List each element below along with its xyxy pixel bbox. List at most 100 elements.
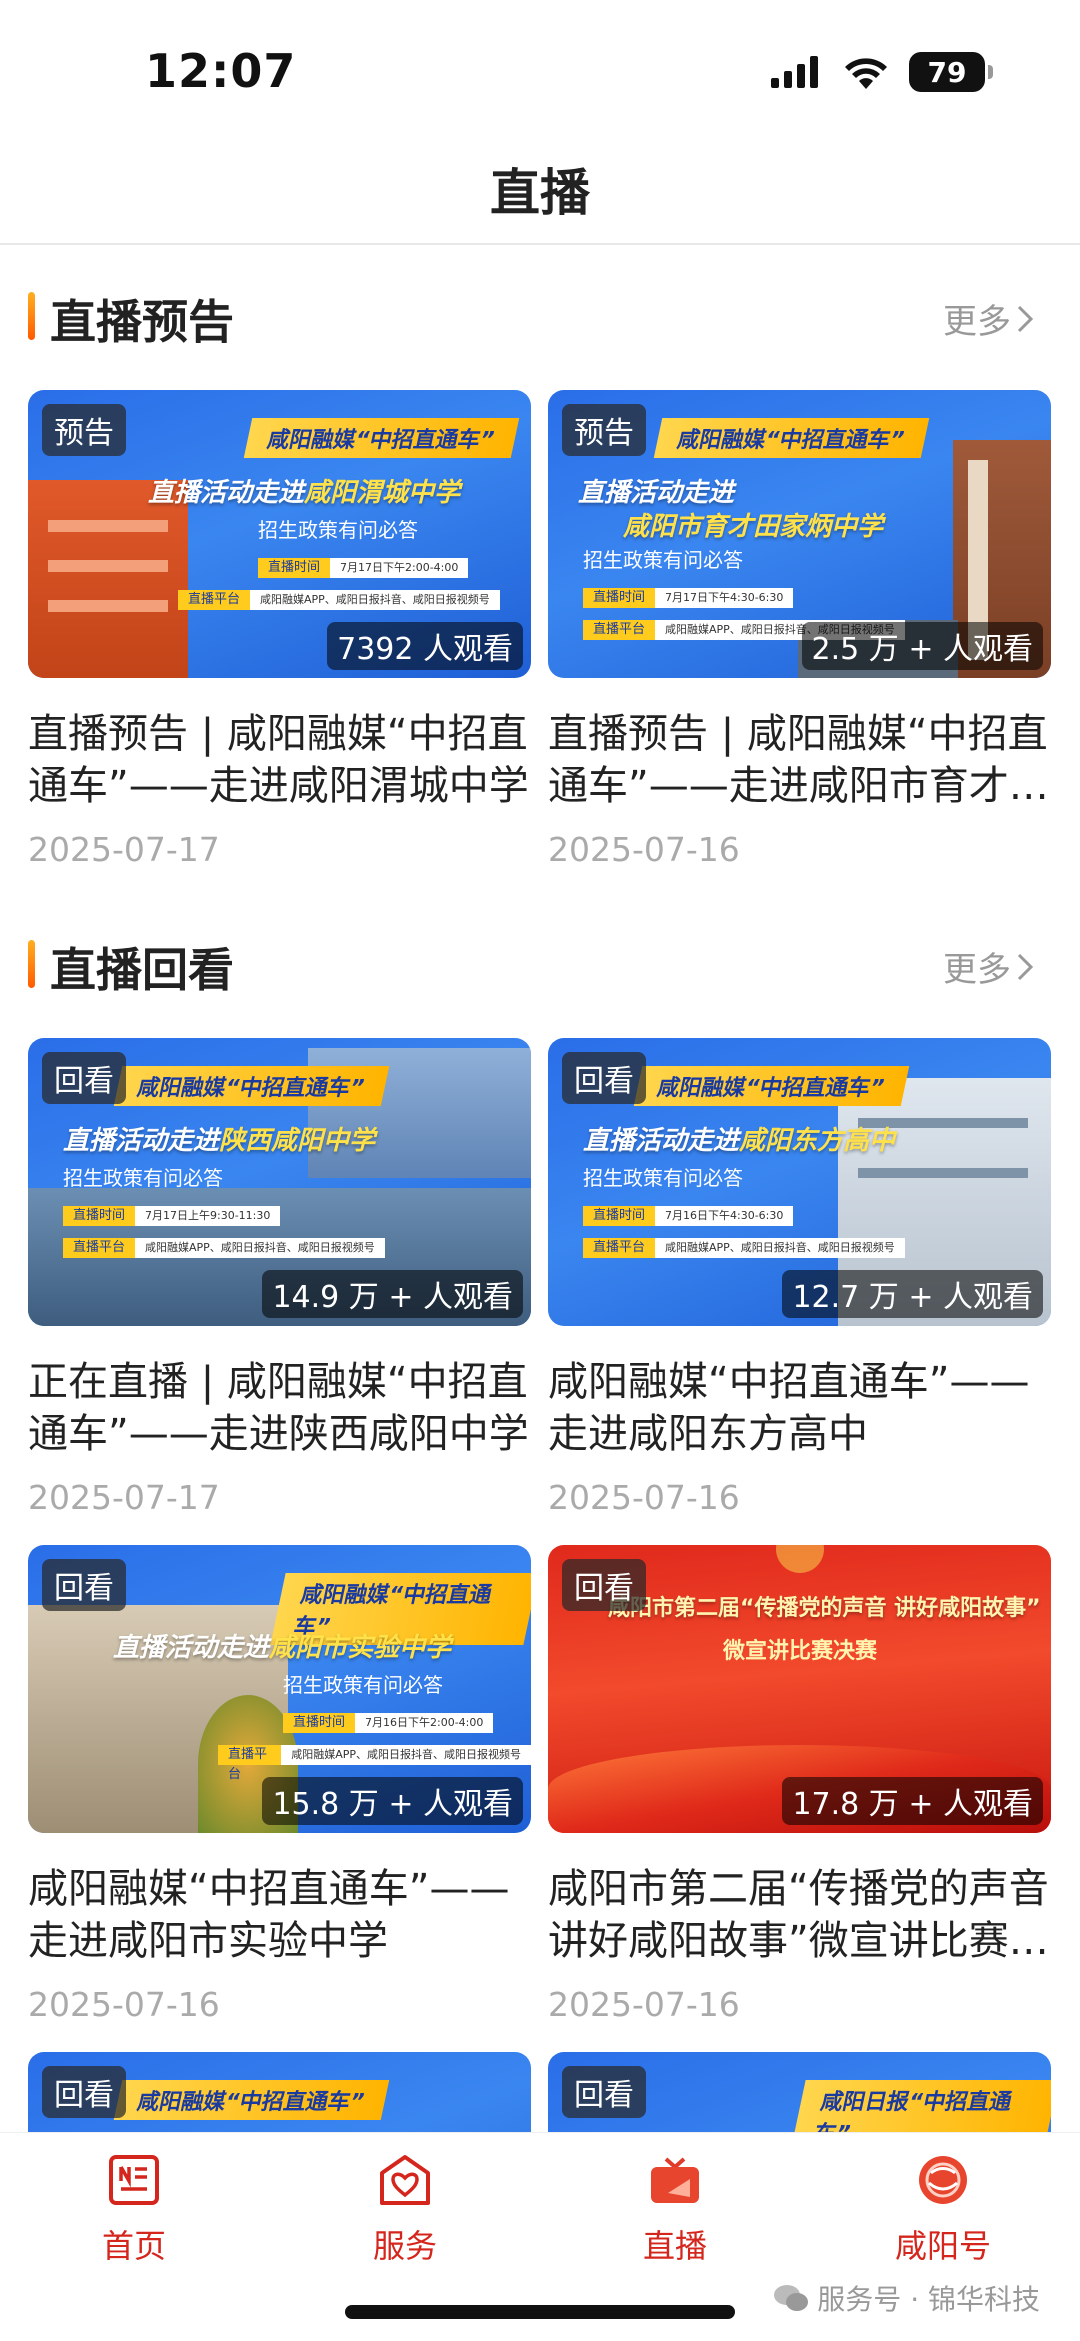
more-label: 更多: [943, 302, 1011, 342]
card-date: 2025-07-16: [548, 830, 740, 869]
status-badge: 回看: [42, 1559, 126, 1611]
banner-headline: 咸阳市第二届“传播党的声音 讲好咸阳故事”: [608, 1596, 1041, 1621]
card-title[interactable]: 直播预告 | 咸阳融媒“中招直通车”——走进咸阳渭城中学: [28, 708, 531, 812]
card-date: 2025-07-17: [28, 1478, 220, 1517]
tab-label: 首页: [101, 2227, 166, 2265]
card-date: 2025-07-16: [548, 1478, 740, 1517]
banner-tag: 咸阳融媒“中招直通车”: [113, 2080, 390, 2120]
card-thumbnail[interactable]: 咸阳融媒“中招直通车” 直播活动走进咸阳东方高中 招生政策有问必答 直播时间 7月…: [548, 1038, 1051, 1326]
viewer-count: 15.8 万 + 人观看: [262, 1777, 523, 1825]
tab-label: 直播: [642, 2227, 707, 2265]
chevron-right-icon: [1017, 305, 1034, 332]
replay-card[interactable]: 咸阳融媒“中招直通车” 直播活动走进咸阳市实验中学 招生政策有问必答 直播时间 7…: [28, 1545, 531, 2024]
status-badge: 预告: [562, 404, 646, 456]
banner-subline: 招生政策有问必答: [583, 1166, 743, 1190]
nav-bar: 直播: [0, 135, 1080, 245]
card-thumbnail[interactable]: 咸阳融媒“中招直通车” 直播活动走进 咸阳市育才田家炳中学 招生政策有问必答 直…: [548, 390, 1051, 678]
replay-card[interactable]: 咸阳融媒“中招直通车” 直播活动走进咸阳东方高中 招生政策有问必答 直播时间 7月…: [548, 1038, 1051, 1517]
banner-tag: 咸阳融媒“中招直通车”: [633, 1066, 910, 1106]
banner-time-row: 直播时间 7月17日上午9:30-11:30: [63, 1206, 281, 1226]
section-header-preview: 直播预告 更多: [0, 282, 1080, 352]
wechat-icon: [774, 2285, 809, 2311]
status-badge: 回看: [42, 1052, 126, 1104]
banner-tag: 咸阳融媒“中招直通车”: [113, 1066, 390, 1106]
more-link-preview[interactable]: 更多: [943, 294, 1035, 343]
banner-tag: 咸阳融媒“中招直通车”: [243, 418, 520, 458]
card-title[interactable]: 直播预告 | 咸阳融媒“中招直通车”——走进咸阳市育才田家炳中学: [548, 708, 1051, 812]
tab-home[interactable]: 首页: [64, 2153, 204, 2267]
status-icons: 79: [771, 52, 993, 92]
viewer-count: 12.7 万 + 人观看: [782, 1270, 1043, 1318]
banner-platform-row: 直播平台 咸阳融媒APP、咸阳日报抖音、咸阳日报视频号: [178, 590, 500, 610]
tab-label: 咸阳号: [894, 2227, 991, 2265]
live-card[interactable]: 咸阳融媒“中招直通车” 直播活动走进咸阳渭城中学 招生政策有问必答 直播时间 7月…: [28, 390, 531, 869]
status-badge: 回看: [562, 1052, 646, 1104]
banner-tag: 咸阳融媒“中招直通车”: [653, 418, 930, 458]
card-date: 2025-07-17: [28, 830, 220, 869]
banner-headline: 直播活动走进: [578, 478, 735, 508]
banner-subline: 招生政策有问必答: [258, 518, 418, 542]
emblem-icon: [776, 1545, 824, 1573]
card-thumbnail[interactable]: 咸阳融媒“中招直通车” 直播活动走进陕西咸阳中学 招生政策有问必答 直播时间 7月…: [28, 1038, 531, 1326]
section-header-replay: 直播回看 更多: [0, 930, 1080, 1000]
replay-card[interactable]: 咸阳市第二届“传播党的声音 讲好咸阳故事” 微宣讲比赛决赛 回看 17.8 万 …: [548, 1545, 1051, 2024]
banner-headline: 直播活动走进咸阳市实验中学: [113, 1633, 452, 1663]
watermark: 服务号 · 锦华科技: [773, 2278, 1040, 2318]
home-indicator[interactable]: [345, 2305, 735, 2319]
tab-live[interactable]: 直播: [605, 2153, 745, 2267]
wifi-icon: [845, 58, 887, 89]
xianyang-logo-icon: [919, 2156, 967, 2204]
status-badge: 预告: [42, 404, 126, 456]
tab-bar: 首页 服务 直播 咸阳号 服务号 · 锦华科技: [0, 2132, 1080, 2341]
banner-headline: 直播活动走进咸阳东方高中: [583, 1126, 896, 1156]
tab-xianyang-account[interactable]: 咸阳号: [873, 2153, 1013, 2267]
card-title[interactable]: 咸阳融媒“中招直通车”——走进咸阳市实验中学: [28, 1863, 531, 1967]
card-date: 2025-07-16: [548, 1985, 740, 2024]
replay-card[interactable]: 咸阳融媒“中招直通车” 直播活动走进陕西咸阳中学 招生政策有问必答 直播时间 7月…: [28, 1038, 531, 1517]
viewer-count: 7392 人观看: [327, 622, 523, 670]
banner-platform-row: 直播平台 咸阳融媒APP、咸阳日报抖音、咸阳日报视频号: [583, 1238, 905, 1258]
more-label: 更多: [943, 950, 1011, 990]
status-bar: 12:07 79: [0, 0, 1080, 135]
section-accent-bar: [28, 292, 35, 340]
banner-platform-row: 直播平台 咸阳融媒APP、咸阳日报抖音、咸阳日报视频号: [218, 1745, 531, 1782]
viewer-count: 14.9 万 + 人观看: [262, 1270, 523, 1318]
banner-headline: 直播活动走进陕西咸阳中学: [63, 1126, 376, 1156]
chevron-right-icon: [1017, 953, 1034, 980]
banner-platform-row: 直播平台 咸阳融媒APP、咸阳日报抖音、咸阳日报视频号: [63, 1238, 385, 1258]
page-title: 直播: [490, 164, 590, 222]
banner-time-row: 直播时间 7月16日下午2:00-4:00: [283, 1713, 494, 1733]
card-title[interactable]: 咸阳融媒“中招直通车”——走进咸阳东方高中: [548, 1356, 1051, 1460]
status-badge: 回看: [562, 2066, 646, 2118]
viewer-count: 2.5 万 + 人观看: [801, 622, 1043, 670]
card-thumbnail[interactable]: 咸阳融媒“中招直通车” 直播活动走进咸阳渭城中学 招生政策有问必答 直播时间 7月…: [28, 390, 531, 678]
status-time: 12:07: [145, 44, 297, 98]
watermark-text: 服务号 · 锦华科技: [817, 2283, 1040, 2316]
card-title[interactable]: 正在直播 | 咸阳融媒“中招直通车”——走进陕西咸阳中学: [28, 1356, 531, 1460]
card-thumbnail[interactable]: 咸阳融媒“中招直通车” 直播活动走进咸阳市实验中学 招生政策有问必答 直播时间 7…: [28, 1545, 531, 1833]
banner-subline: 招生政策有问必答: [63, 1166, 223, 1190]
banner-headline: 直播活动走进咸阳渭城中学: [148, 478, 461, 508]
banner-subline: 招生政策有问必答: [283, 1673, 443, 1697]
section-accent-bar: [28, 940, 35, 988]
section-title-replay: 直播回看: [50, 943, 234, 997]
status-badge: 回看: [42, 2066, 126, 2118]
viewer-count: 17.8 万 + 人观看: [782, 1777, 1043, 1825]
cellular-signal-icon: [771, 56, 818, 88]
more-link-replay[interactable]: 更多: [943, 942, 1035, 991]
card-thumbnail[interactable]: 咸阳市第二届“传播党的声音 讲好咸阳故事” 微宣讲比赛决赛 回看 17.8 万 …: [548, 1545, 1051, 1833]
building-illustration: [28, 480, 188, 678]
news-icon: [109, 2155, 159, 2205]
status-badge: 回看: [562, 1559, 646, 1611]
live-card[interactable]: 咸阳融媒“中招直通车” 直播活动走进 咸阳市育才田家炳中学 招生政策有问必答 直…: [548, 390, 1051, 869]
banner-time-row: 直播时间 7月17日下午2:00-4:00: [258, 558, 469, 578]
heart-home-icon: [380, 2155, 430, 2205]
section-title-preview: 直播预告: [50, 295, 234, 349]
battery-indicator: 79: [909, 52, 993, 92]
card-date: 2025-07-16: [28, 1985, 220, 2024]
card-title[interactable]: 咸阳市第二届“传播党的声音 讲好咸阳故事”微宣讲比赛决赛: [548, 1863, 1051, 1967]
tab-service[interactable]: 服务: [335, 2153, 475, 2267]
tab-label: 服务: [372, 2227, 437, 2265]
banner-time-row: 直播时间 7月17日下午4:30-6:30: [583, 588, 794, 608]
tv-icon: [651, 2157, 699, 2203]
